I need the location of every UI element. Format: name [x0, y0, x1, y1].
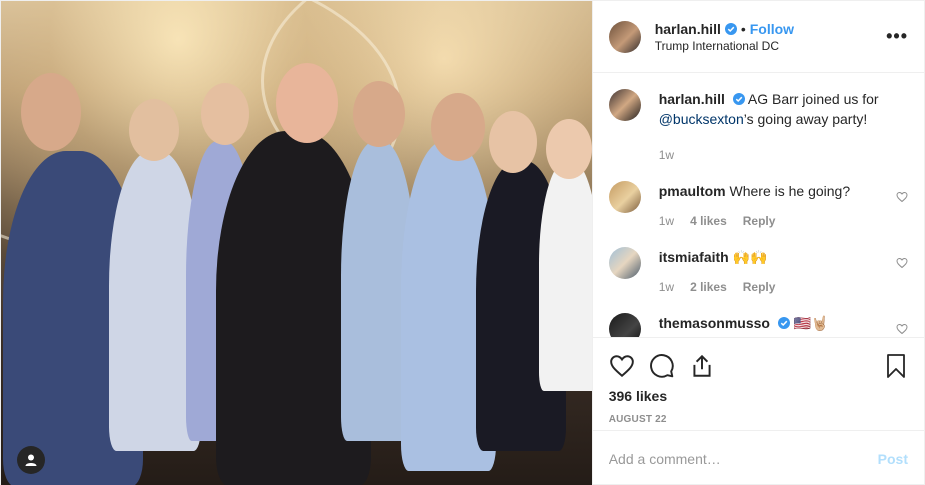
- add-comment-bar: Post: [592, 430, 924, 485]
- person-head: [129, 99, 179, 161]
- post-comment-button[interactable]: Post: [878, 451, 908, 467]
- comment-likes[interactable]: 4 likes: [690, 211, 727, 231]
- tagged-users-button[interactable]: [17, 446, 45, 474]
- person-head: [431, 93, 485, 161]
- comment-button[interactable]: [649, 346, 689, 386]
- reply-button[interactable]: Reply: [743, 277, 776, 297]
- author-avatar[interactable]: [608, 20, 641, 53]
- mention-link[interactable]: @bucksexton: [659, 111, 744, 127]
- instagram-post: harlan.hill • Follow Trump International…: [0, 0, 925, 485]
- comment-likes[interactable]: 2 likes: [690, 277, 727, 297]
- save-button[interactable]: [868, 346, 908, 386]
- follow-button[interactable]: Follow: [750, 21, 794, 37]
- caption: harlan.hill AG Barr joined us for @bucks…: [608, 89, 908, 165]
- comments-list[interactable]: harlan.hill AG Barr joined us for @bucks…: [593, 73, 924, 337]
- verified-badge-icon: [724, 22, 737, 35]
- like-button[interactable]: [609, 346, 649, 386]
- comment-text: Where is he going?: [729, 183, 851, 199]
- comment-bubble-icon: [649, 354, 674, 378]
- comment-username[interactable]: themasonmusso: [659, 315, 770, 331]
- author-username[interactable]: harlan.hill: [655, 21, 721, 37]
- comment-time[interactable]: 1w: [659, 277, 674, 297]
- caption-username[interactable]: harlan.hill: [659, 91, 725, 107]
- comment-text: 🇺🇸🤘🏼: [793, 315, 829, 331]
- comment-item: itsmiafaith 🙌🙌 1w 2 likes Reply: [608, 247, 908, 297]
- post-date: AUGUST 22: [608, 414, 667, 425]
- commenter-avatar[interactable]: [608, 181, 641, 213]
- post-photo[interactable]: [1, 1, 592, 485]
- bookmark-icon: [887, 354, 905, 378]
- more-horizontal-icon: •••: [886, 26, 908, 46]
- comment-username[interactable]: itsmiafaith: [659, 249, 729, 265]
- share-button[interactable]: [689, 346, 729, 386]
- person-head: [21, 73, 81, 151]
- caption-text: AG Barr joined us for: [747, 91, 879, 107]
- heart-icon[interactable]: [896, 257, 908, 269]
- person-head: [489, 111, 537, 173]
- location-link[interactable]: Trump International DC: [655, 39, 886, 53]
- person-head: [353, 81, 405, 147]
- commenter-avatar[interactable]: [608, 247, 641, 279]
- verified-badge-icon: [732, 93, 745, 105]
- comment-username[interactable]: pmaultom: [659, 183, 726, 199]
- post-header: harlan.hill • Follow Trump International…: [592, 1, 924, 73]
- heart-icon[interactable]: [896, 323, 908, 335]
- caption-avatar[interactable]: [608, 89, 641, 121]
- comment-item: pmaultom Where is he going? 1w 4 likes R…: [608, 181, 908, 231]
- comment-input[interactable]: [608, 450, 878, 467]
- more-options-button[interactable]: •••: [886, 26, 908, 47]
- user-icon: [25, 454, 37, 466]
- person-figure: [539, 161, 592, 391]
- share-icon: [693, 354, 711, 377]
- comment-item: themasonmusso 🇺🇸🤘🏼: [608, 313, 908, 337]
- comment-text: 🙌🙌: [732, 249, 768, 265]
- person-head: [276, 63, 338, 143]
- heart-icon[interactable]: [896, 191, 908, 203]
- person-head: [546, 119, 592, 179]
- verified-badge-icon: [777, 317, 790, 329]
- caption-text-end: ’s going away party!: [743, 111, 868, 127]
- post-actions: 396 likes AUGUST 22: [592, 337, 924, 425]
- post-details-panel: harlan.hill • Follow Trump International…: [591, 1, 924, 485]
- likes-count[interactable]: 396 likes: [609, 388, 908, 404]
- separator-dot: •: [740, 20, 746, 37]
- person-head: [201, 83, 249, 145]
- heart-icon: [609, 355, 634, 378]
- commenter-avatar[interactable]: [608, 313, 641, 337]
- caption-time[interactable]: 1w: [659, 145, 674, 165]
- comment-time[interactable]: 1w: [659, 211, 674, 231]
- author-info: harlan.hill • Follow Trump International…: [655, 21, 886, 53]
- reply-button[interactable]: Reply: [743, 211, 776, 231]
